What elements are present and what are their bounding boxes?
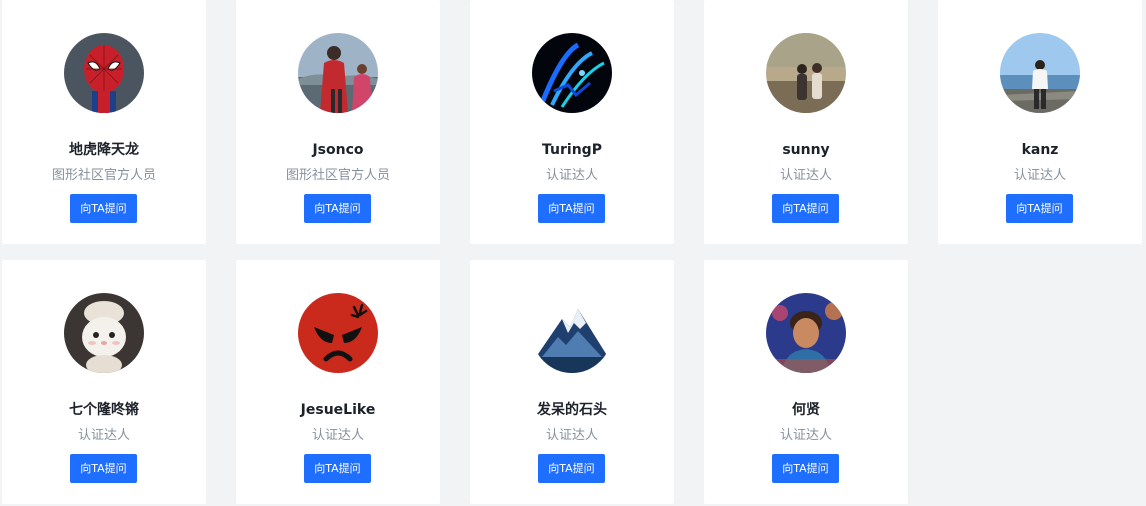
ask-question-button[interactable]: 向TA提问 [304, 454, 371, 483]
expert-card: TuringP 认证达人 向TA提问 [470, 0, 674, 244]
expert-role: 认证达人 [779, 168, 832, 183]
ask-question-button[interactable]: 向TA提问 [70, 454, 137, 483]
expert-role: 认证达人 [1013, 168, 1066, 183]
mountain-avatar-icon[interactable] [532, 293, 612, 373]
expert-name: kanz [1021, 142, 1059, 158]
expert-card: Jsonco 图形社区官方人员 向TA提问 [236, 0, 440, 244]
expert-role: 认证达人 [545, 428, 598, 443]
expert-card: 发呆的石头 认证达人 向TA提问 [470, 260, 674, 504]
expert-card: 何贤 认证达人 向TA提问 [704, 260, 908, 504]
ask-question-button[interactable]: 向TA提问 [772, 454, 839, 483]
boy-portrait-avatar-icon[interactable] [766, 293, 846, 373]
expert-role: 认证达人 [545, 168, 598, 183]
expert-grid: 地虎降天龙 图形社区官方人员 向TA提问 Jsonco 图形社区官方人员 向TA… [0, 0, 1146, 506]
expert-role: 认证达人 [77, 428, 130, 443]
bunny-avatar-icon[interactable] [64, 293, 144, 373]
expert-role: 图形社区官方人员 [285, 168, 390, 183]
expert-name: 地虎降天龙 [69, 142, 139, 158]
couple-landscape-avatar-icon[interactable] [766, 33, 846, 113]
expert-card: JesueLike 认证达人 向TA提问 [236, 260, 440, 504]
expert-role: 图形社区官方人员 [51, 168, 156, 183]
expert-card: kanz 认证达人 向TA提问 [938, 0, 1142, 244]
expert-role: 认证达人 [779, 428, 832, 443]
expert-name: 发呆的石头 [537, 402, 607, 418]
spiderman-avatar-icon[interactable] [64, 33, 144, 113]
expert-card: 地虎降天龙 图形社区官方人员 向TA提问 [2, 0, 206, 244]
ask-question-button[interactable]: 向TA提问 [1006, 194, 1073, 223]
ask-question-button[interactable]: 向TA提问 [70, 194, 137, 223]
ask-question-button[interactable]: 向TA提问 [538, 454, 605, 483]
angry-face-avatar-icon[interactable] [298, 293, 378, 373]
person-seaside-avatar-icon[interactable] [1000, 33, 1080, 113]
expert-role: 认证达人 [311, 428, 364, 443]
expert-name: 何贤 [792, 402, 820, 418]
ask-question-button[interactable]: 向TA提问 [772, 194, 839, 223]
person-red-coat-avatar-icon[interactable] [298, 33, 378, 113]
ask-question-button[interactable]: 向TA提问 [538, 194, 605, 223]
neon-abstract-avatar-icon[interactable] [532, 33, 612, 113]
expert-name: JesueLike [300, 402, 376, 418]
expert-name: Jsonco [312, 142, 364, 158]
expert-name: TuringP [542, 142, 602, 158]
expert-card: 七个隆咚锵 认证达人 向TA提问 [2, 260, 206, 504]
ask-question-button[interactable]: 向TA提问 [304, 194, 371, 223]
expert-name: 七个隆咚锵 [69, 402, 139, 418]
expert-card: sunny 认证达人 向TA提问 [704, 0, 908, 244]
expert-name: sunny [782, 142, 830, 158]
